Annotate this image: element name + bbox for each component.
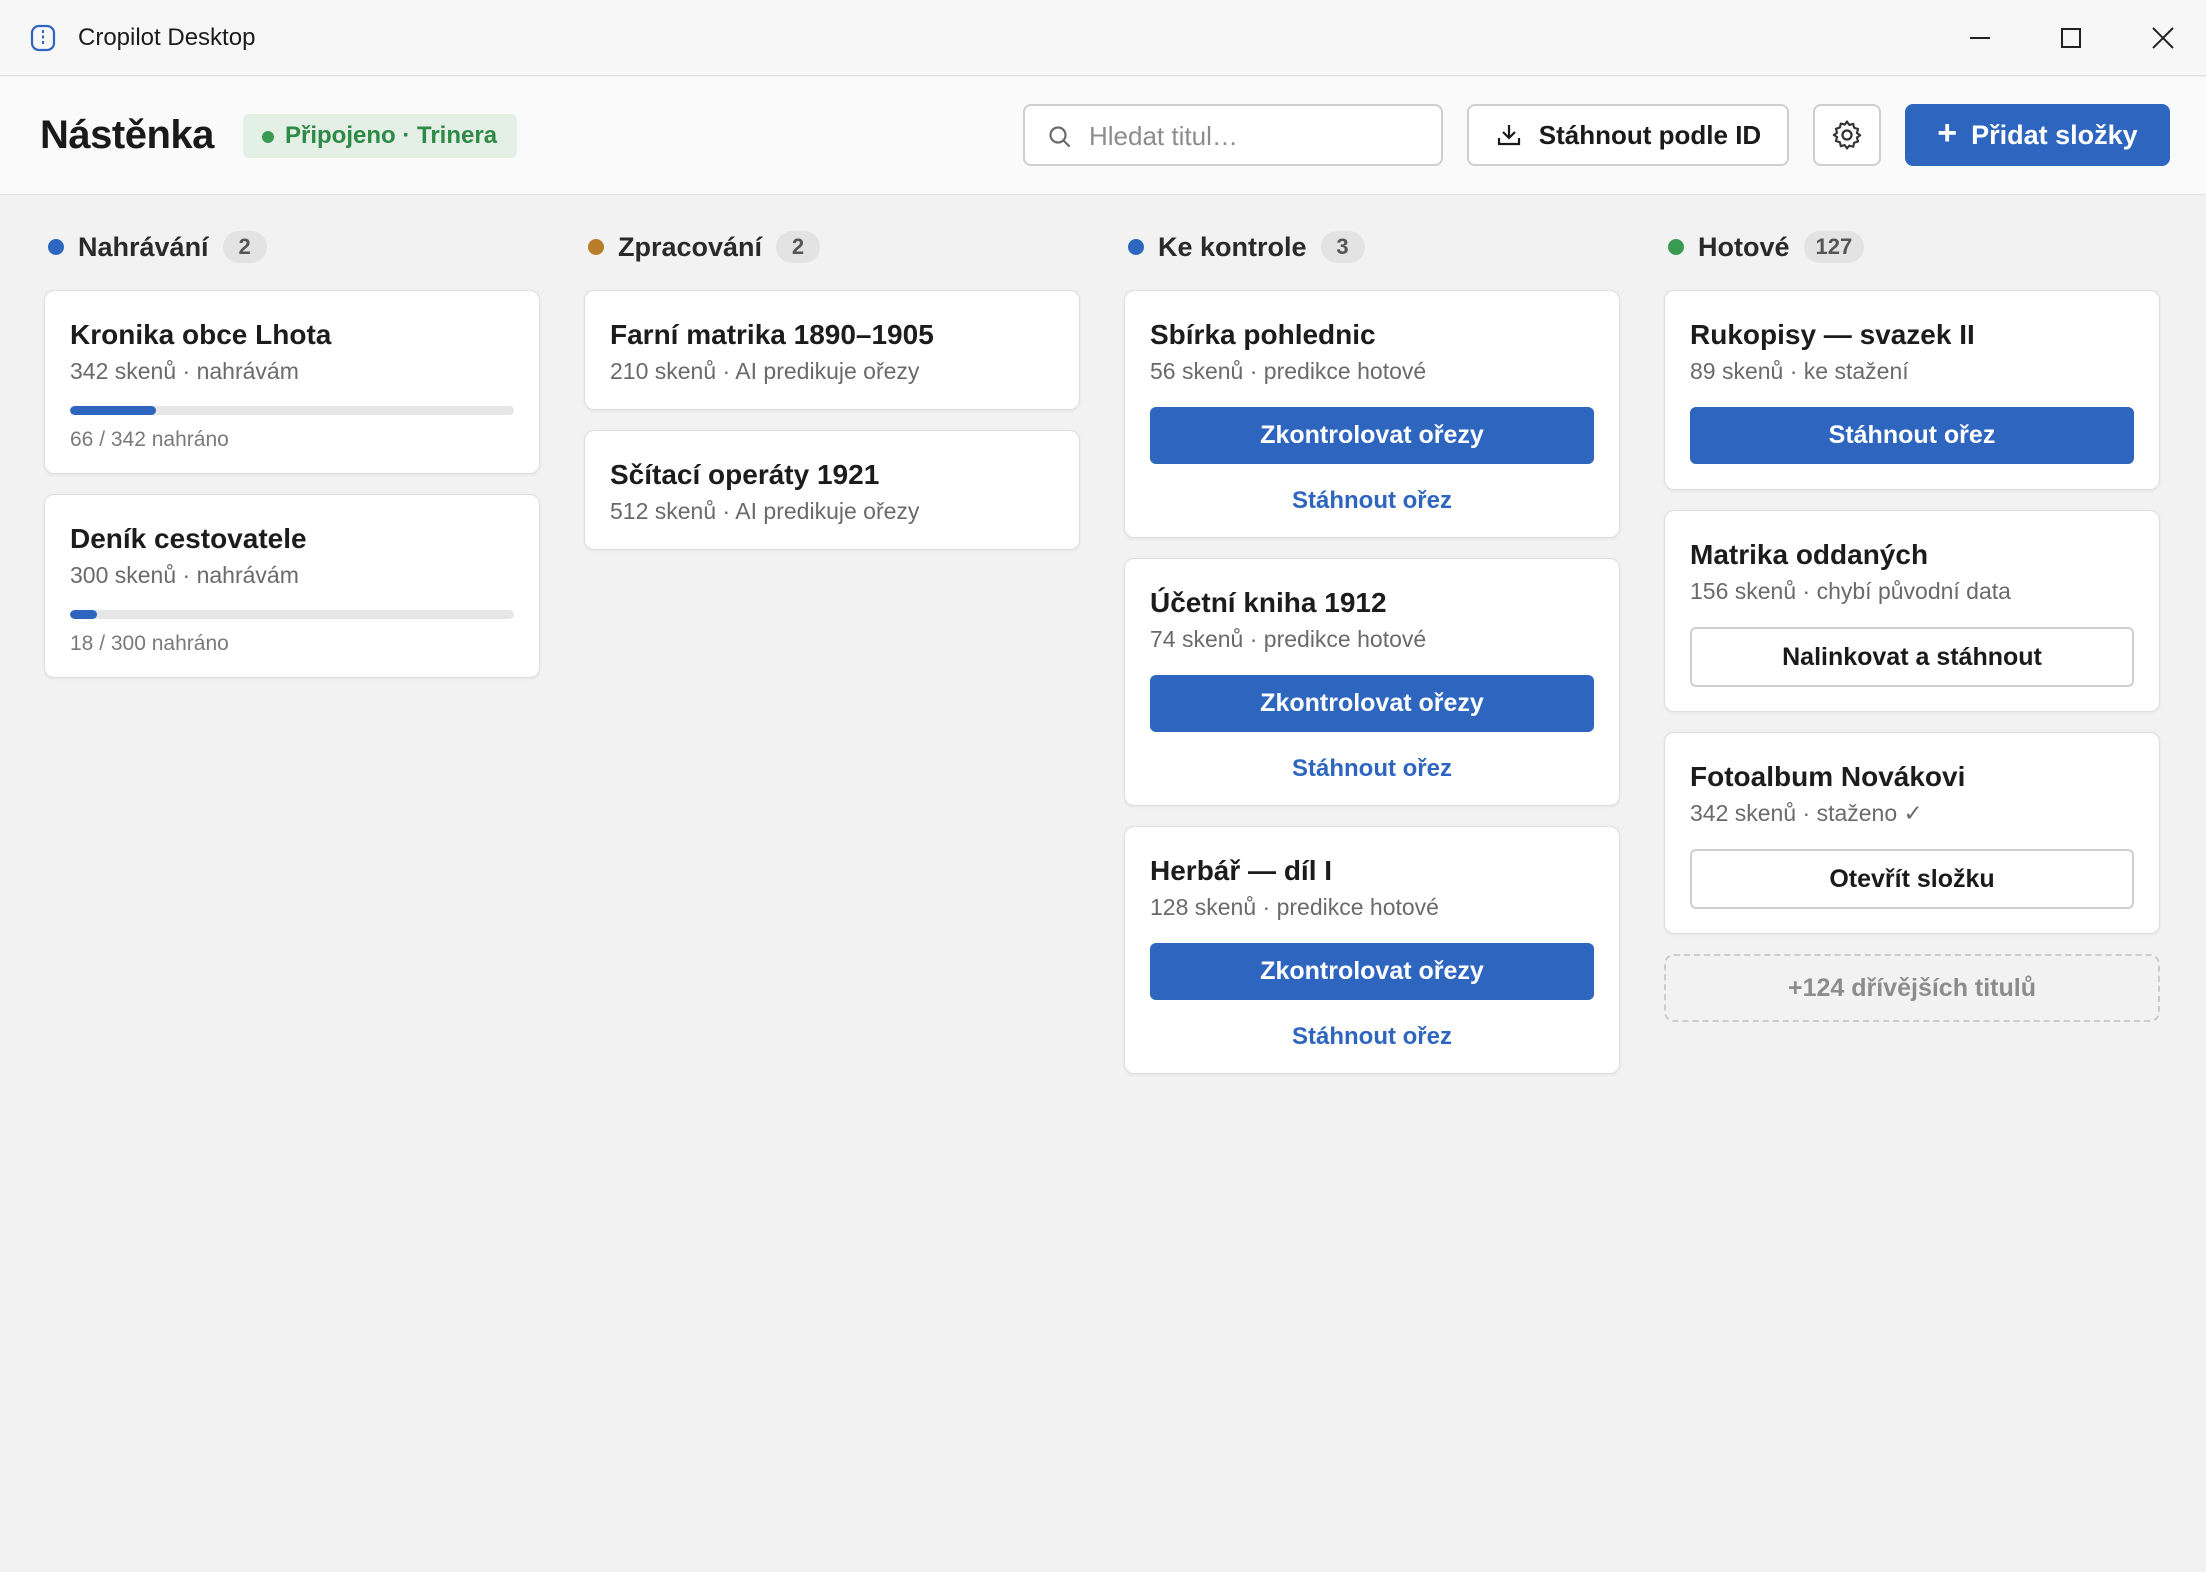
column-count-badge: 127 bbox=[1803, 231, 1865, 263]
column-header: Ke kontrole 3 bbox=[1124, 230, 1620, 264]
column-header: Zpracování 2 bbox=[584, 230, 1080, 264]
card-meta: 74 skenů · predikce hotové bbox=[1150, 626, 1427, 652]
column-header: Nahrávání 2 bbox=[44, 230, 540, 264]
title-card[interactable]: Deník cestovatele 300 skenů · nahrávám 1… bbox=[44, 494, 540, 678]
title-card[interactable]: Farní matrika 1890–1905 210 skenů · AI p… bbox=[584, 290, 1080, 410]
plus-icon: + bbox=[1937, 113, 1958, 152]
download-crop-button[interactable]: Stáhnout ořez bbox=[1690, 407, 2134, 464]
card-meta: 342 skenů · staženo ✓ bbox=[1690, 800, 1923, 826]
download-by-id-button[interactable]: Stáhnout podle ID bbox=[1467, 104, 1789, 166]
column-count-badge: 2 bbox=[776, 231, 821, 263]
column-title: Hotové bbox=[1698, 231, 1790, 262]
show-older-titles-button[interactable]: +124 dřívějších titulů bbox=[1664, 954, 2160, 1022]
title-card: Fotoalbum Novákovi 342 skenů · staženo ✓… bbox=[1664, 732, 2160, 934]
progress-text: 66 / 342 nahráno bbox=[70, 428, 229, 451]
review-crops-button[interactable]: Zkontrolovat ořezy bbox=[1150, 407, 1594, 464]
column-title: Zpracování bbox=[618, 231, 763, 262]
app-logo-icon bbox=[30, 24, 56, 52]
maximize-icon bbox=[2061, 28, 2081, 48]
card-title: Farní matrika 1890–1905 bbox=[610, 319, 934, 350]
upload-progress-bar bbox=[70, 610, 514, 619]
card-meta: 300 skenů · nahrávám bbox=[70, 562, 299, 588]
download-icon bbox=[1497, 125, 1520, 146]
column-done: Hotové 127 Rukopisy — svazek II 89 skenů… bbox=[1664, 230, 2160, 1022]
link-and-download-button[interactable]: Nalinkovat a stáhnout bbox=[1690, 627, 2134, 687]
window-title: Cropilot Desktop bbox=[78, 24, 256, 51]
download-crop-link[interactable]: Stáhnout ořez bbox=[1150, 1023, 1594, 1051]
title-card[interactable]: Kronika obce Lhota 342 skenů · nahrávám … bbox=[44, 290, 540, 474]
card-meta: 210 skenů · AI predikuje ořezy bbox=[610, 358, 920, 384]
card-title: Sbírka pohlednic bbox=[1150, 319, 1376, 350]
upload-progress-bar bbox=[70, 406, 514, 415]
title-card: Účetní kniha 1912 74 skenů · predikce ho… bbox=[1124, 558, 1620, 806]
add-folders-label: Přidat složky bbox=[1971, 119, 2138, 150]
card-title: Rukopisy — svazek II bbox=[1690, 319, 1975, 350]
gear-icon bbox=[1832, 120, 1862, 150]
card-meta: 156 skenů · chybí původní data bbox=[1690, 578, 2011, 604]
progress-fill bbox=[70, 610, 97, 619]
column-uploading: Nahrávání 2 Kronika obce Lhota 342 skenů… bbox=[44, 230, 540, 678]
minimize-icon bbox=[1970, 37, 1990, 39]
download-crop-link[interactable]: Stáhnout ořez bbox=[1150, 487, 1594, 515]
title-card: Sbírka pohlednic 56 skenů · predikce hot… bbox=[1124, 290, 1620, 538]
card-title: Účetní kniha 1912 bbox=[1150, 587, 1387, 618]
title-card: Rukopisy — svazek II 89 skenů · ke staže… bbox=[1664, 290, 2160, 490]
download-crop-link[interactable]: Stáhnout ořez bbox=[1150, 755, 1594, 783]
card-title: Sčítací operáty 1921 bbox=[610, 459, 880, 490]
column-processing: Zpracování 2 Farní matrika 1890–1905 210… bbox=[584, 230, 1080, 550]
card-title: Fotoalbum Novákovi bbox=[1690, 761, 1966, 792]
column-status-dot bbox=[588, 239, 604, 255]
search-box[interactable] bbox=[1023, 104, 1443, 166]
title-card: Herbář — díl I 128 skenů · predikce hoto… bbox=[1124, 826, 1620, 1074]
column-header: Hotové 127 bbox=[1664, 230, 2160, 264]
title-card[interactable]: Sčítací operáty 1921 512 skenů · AI pred… bbox=[584, 430, 1080, 550]
card-meta: 512 skenů · AI predikuje ořezy bbox=[610, 498, 920, 524]
card-title: Deník cestovatele bbox=[70, 523, 307, 554]
column-status-dot bbox=[48, 239, 64, 255]
card-meta: 342 skenů · nahrávám bbox=[70, 358, 299, 384]
card-meta: 89 skenů · ke stažení bbox=[1690, 358, 1909, 384]
status-dot bbox=[262, 131, 274, 143]
card-title: Herbář — díl I bbox=[1150, 855, 1333, 886]
download-by-id-label: Stáhnout podle ID bbox=[1538, 119, 1762, 150]
open-folder-button[interactable]: Otevřít složku bbox=[1690, 849, 2134, 909]
connection-status-badge: Připojeno · Trinera bbox=[243, 114, 518, 158]
add-folders-button[interactable]: + Přidat složky bbox=[1905, 104, 2170, 166]
column-review: Ke kontrole 3 Sbírka pohlednic 56 skenů … bbox=[1124, 230, 1620, 1074]
close-button[interactable] bbox=[2133, 14, 2193, 62]
settings-button[interactable] bbox=[1813, 104, 1881, 166]
progress-fill bbox=[70, 406, 156, 415]
column-title: Nahrávání bbox=[78, 231, 209, 262]
column-status-dot bbox=[1128, 239, 1144, 255]
minimize-button[interactable] bbox=[1950, 14, 2010, 62]
close-icon bbox=[2152, 27, 2174, 49]
column-status-dot bbox=[1668, 239, 1684, 255]
column-count-badge: 2 bbox=[222, 231, 267, 263]
card-meta: 128 skenů · predikce hotové bbox=[1150, 894, 1439, 920]
card-meta: 56 skenů · predikce hotové bbox=[1150, 358, 1427, 384]
column-count-badge: 3 bbox=[1320, 231, 1365, 263]
column-title: Ke kontrole bbox=[1158, 231, 1307, 262]
search-icon bbox=[1049, 126, 1071, 148]
title-card: Matrika oddaných 156 skenů · chybí původ… bbox=[1664, 510, 2160, 712]
review-crops-button[interactable]: Zkontrolovat ořezy bbox=[1150, 943, 1594, 1000]
card-title: Matrika oddaných bbox=[1690, 539, 1929, 570]
title-bar: Cropilot Desktop bbox=[0, 0, 2206, 76]
dashboard-header: Nástěnka Připojeno · Trinera Stáhnout po… bbox=[0, 77, 2206, 195]
page-title: Nástěnka bbox=[40, 113, 214, 157]
progress-text: 18 / 300 nahráno bbox=[70, 632, 229, 655]
connection-status-text: Připojeno · Trinera bbox=[285, 122, 498, 149]
card-title: Kronika obce Lhota bbox=[70, 319, 332, 350]
maximize-button[interactable] bbox=[2041, 14, 2101, 62]
review-crops-button[interactable]: Zkontrolovat ořezy bbox=[1150, 675, 1594, 732]
search-input[interactable] bbox=[1089, 114, 1429, 158]
